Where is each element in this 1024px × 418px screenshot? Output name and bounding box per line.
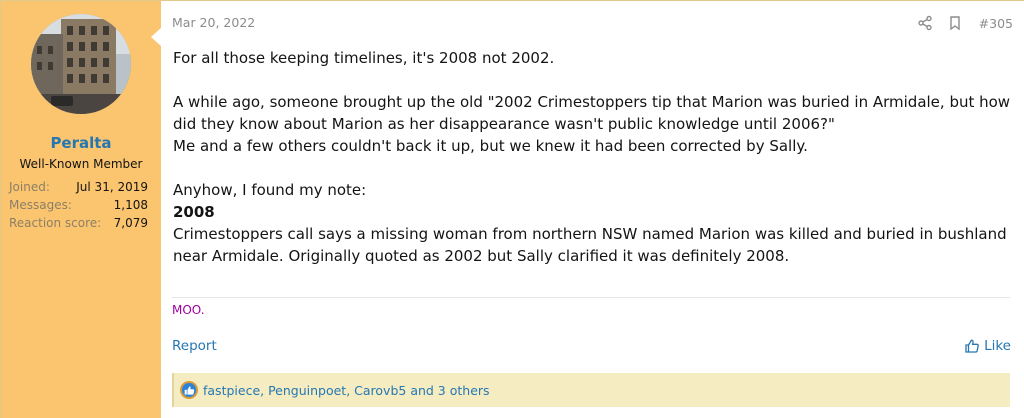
stat-joined: Joined: Jul 31, 2019 [9, 180, 148, 196]
stat-value: 1,108 [113, 198, 148, 212]
like-label: Like [984, 338, 1011, 354]
stat-label: Joined: [9, 180, 50, 194]
stat-messages: Messages: 1,108 [9, 198, 148, 214]
stat-reaction-score: Reaction score: 7,079 [9, 216, 148, 232]
reactions-bar: fastpiece, Penguinpoet, Carovb5 and 3 ot… [172, 373, 1010, 407]
post-number[interactable]: #305 [979, 16, 1013, 31]
avatar[interactable] [31, 14, 131, 114]
user-title: Well-Known Member [19, 157, 143, 171]
forum-post: Peralta Well-Known Member Joined: Jul 31… [0, 0, 1024, 418]
post-tools: #305 [903, 14, 1013, 32]
like-icon [180, 381, 198, 399]
post-paragraph: Crimestoppers call says a missing woman … [173, 225, 1007, 265]
post-body: For all those keeping timelines, it's 20… [173, 47, 1013, 267]
stat-label: Messages: [9, 198, 72, 212]
avatar-image [31, 14, 131, 114]
user-sidebar: Peralta Well-Known Member Joined: Jul 31… [1, 1, 162, 418]
stat-value: Jul 31, 2019 [76, 180, 148, 194]
signature-divider [172, 297, 1010, 298]
bookmark-icon[interactable] [947, 15, 963, 31]
stat-label: Reaction score: [9, 216, 102, 230]
thumbs-up-icon [965, 339, 979, 353]
signature: MOO. [172, 303, 205, 317]
post-bold-year: 2008 [173, 203, 215, 221]
like-button[interactable]: Like [964, 338, 1011, 354]
reactions-list-link[interactable]: fastpiece, Penguinpoet, Carovb5 and 3 ot… [203, 383, 490, 398]
report-button[interactable]: Report [172, 338, 217, 354]
stat-value: 7,079 [113, 216, 148, 230]
post-main: Mar 20, 2022 #305 For all those keeping … [161, 1, 1024, 418]
username-link[interactable]: Peralta [1, 134, 161, 152]
post-paragraph: For all those keeping timelines, it's 20… [173, 49, 555, 67]
post-date[interactable]: Mar 20, 2022 [172, 15, 255, 30]
post-paragraph: A while ago, someone brought up the old … [173, 93, 1011, 133]
post-paragraph: Me and a few others couldn't back it up,… [173, 137, 808, 155]
post-paragraph: Anyhow, I found my note: [173, 181, 367, 199]
share-icon[interactable] [917, 15, 933, 31]
